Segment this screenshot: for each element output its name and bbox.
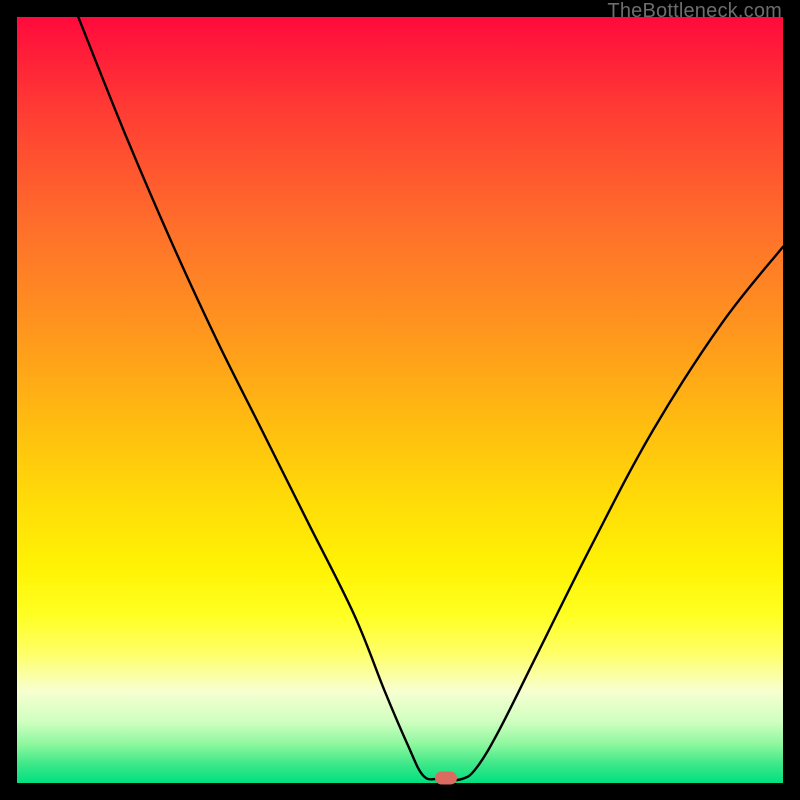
optimal-marker bbox=[435, 771, 457, 784]
chart-container: TheBottleneck.com bbox=[0, 0, 800, 800]
plot-area bbox=[17, 17, 783, 783]
curve-svg bbox=[17, 17, 783, 783]
bottleneck-curve-path bbox=[78, 17, 783, 780]
